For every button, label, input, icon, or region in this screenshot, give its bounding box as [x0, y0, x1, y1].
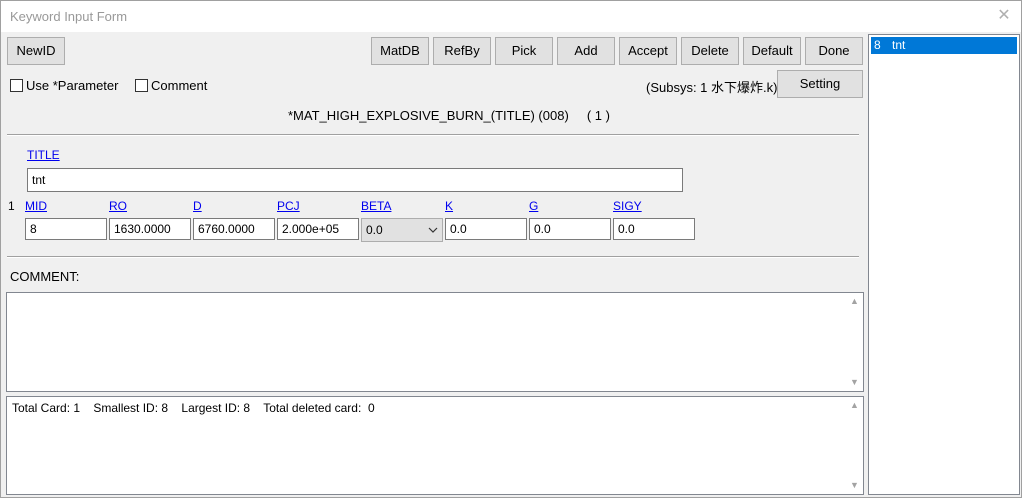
list-item-id: 8: [874, 38, 881, 52]
list-item-name: tnt: [892, 38, 906, 52]
comment-scrollbar[interactable]: ▲ ▼: [846, 293, 863, 391]
k-input[interactable]: 0.0: [445, 218, 527, 240]
divider-bottom: [7, 256, 859, 258]
delete-button[interactable]: Delete: [681, 37, 739, 65]
ro-input[interactable]: 1630.0000: [109, 218, 191, 240]
beta-select[interactable]: 0.0: [361, 218, 443, 242]
scroll-down-icon[interactable]: ▼: [846, 374, 863, 391]
comment-section-label: COMMENT:: [10, 269, 80, 284]
sigy-label[interactable]: SIGY: [613, 199, 642, 213]
d-input[interactable]: 6760.0000: [193, 218, 275, 240]
window-title: Keyword Input Form: [10, 9, 128, 24]
card-row-number: 1: [8, 199, 15, 213]
beta-label[interactable]: BETA: [361, 199, 391, 213]
scroll-down-icon[interactable]: ▼: [846, 477, 863, 494]
g-input[interactable]: 0.0: [529, 218, 611, 240]
matdb-button[interactable]: MatDB: [371, 37, 429, 65]
id-list[interactable]: 8 tnt: [868, 34, 1020, 495]
chevron-down-icon: [428, 219, 438, 250]
scroll-up-icon[interactable]: ▲: [846, 293, 863, 310]
use-parameter-label: Use *Parameter: [26, 77, 119, 93]
mid-label[interactable]: MID: [25, 199, 47, 213]
pcj-input[interactable]: 2.000e+05: [277, 218, 359, 240]
sigy-input[interactable]: 0.0: [613, 218, 695, 240]
d-label[interactable]: D: [193, 199, 202, 213]
title-input[interactable]: tnt: [27, 168, 683, 192]
keyword-header: *MAT_HIGH_EXPLOSIVE_BURN_(TITLE) (008) (…: [288, 108, 610, 123]
comment-checkbox[interactable]: Comment: [135, 77, 207, 93]
default-button[interactable]: Default: [743, 37, 801, 65]
g-label[interactable]: G: [529, 199, 538, 213]
pcj-label[interactable]: PCJ: [277, 199, 300, 213]
comment-textarea[interactable]: ▲ ▼: [6, 292, 864, 392]
ro-label[interactable]: RO: [109, 199, 127, 213]
list-item[interactable]: 8 tnt: [871, 37, 1017, 54]
use-parameter-checkbox[interactable]: Use *Parameter: [10, 77, 118, 93]
pick-button[interactable]: Pick: [495, 37, 553, 65]
k-label[interactable]: K: [445, 199, 453, 213]
status-text: Total Card: 1 Smallest ID: 8 Largest ID:…: [12, 401, 375, 415]
mid-input[interactable]: 8: [25, 218, 107, 240]
divider-top: [7, 134, 859, 136]
done-button[interactable]: Done: [805, 37, 863, 65]
scroll-up-icon[interactable]: ▲: [846, 397, 863, 414]
subsys-text: (Subsys: 1 水下爆炸.k): [646, 80, 778, 95]
comment-checkbox-box[interactable]: [135, 78, 148, 92]
use-parameter-checkbox-box[interactable]: [10, 78, 23, 92]
title-field-label[interactable]: TITLE: [27, 148, 60, 162]
comment-checkbox-label: Comment: [151, 77, 208, 93]
close-icon[interactable]: ✕: [993, 5, 1015, 27]
title-bar: Keyword Input Form ✕: [1, 1, 1021, 32]
setting-button[interactable]: Setting: [777, 70, 863, 98]
beta-select-value: 0.0: [366, 223, 383, 237]
refby-button[interactable]: RefBy: [433, 37, 491, 65]
keyword-input-form-window: Keyword Input Form ✕ NewID MatDB RefBy P…: [0, 0, 1022, 498]
newid-button[interactable]: NewID: [7, 37, 65, 65]
add-button[interactable]: Add: [557, 37, 615, 65]
status-scrollbar[interactable]: ▲ ▼: [846, 397, 863, 494]
accept-button[interactable]: Accept: [619, 37, 677, 65]
status-textarea[interactable]: Total Card: 1 Smallest ID: 8 Largest ID:…: [6, 396, 864, 495]
